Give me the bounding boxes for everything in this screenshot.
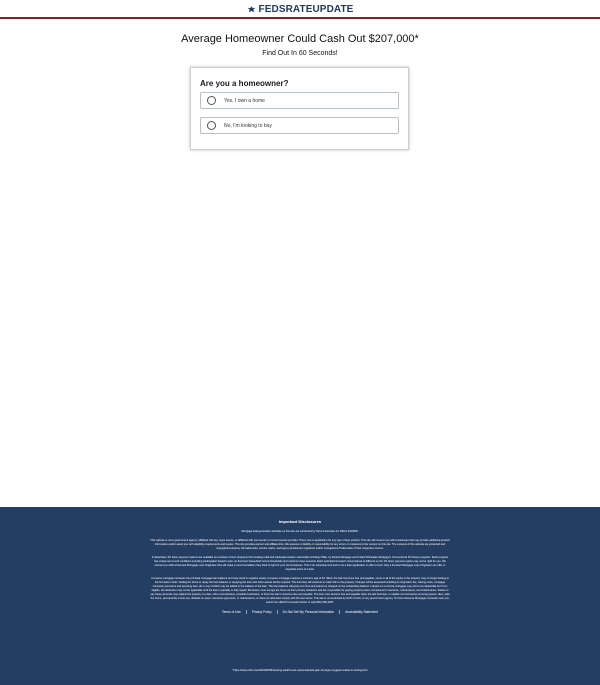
link-privacy-policy[interactable]: Privacy Policy [245,610,277,615]
eagle-icon [246,5,256,12]
option-label: No, I'm looking to buy [224,122,272,129]
option-yes-own-home[interactable]: Yes, I own a home [200,92,399,109]
link-accessibility[interactable]: Accessibility Statement [339,610,383,615]
footer: Important Disclosures Mortgage lead gene… [0,507,600,685]
question-prompt: Are you a homeowner? [200,79,289,88]
footer-disclaimer-2: If advertised, 3% down payment options a… [151,556,449,572]
hero-section: Average Homeowner Could Cash Out $207,00… [0,33,600,57]
brand-logo[interactable]: FEDSRATEUPDATE [246,3,354,15]
footer-nmls-line: Mortgage lead generation activities on t… [241,530,359,533]
option-label: Yes, I own a home [224,97,265,104]
footer-disclaimer-1: This website is not a government agency,… [150,539,450,551]
footer-source-note[interactable]: *https://www.cnbc.com/2022/06/06/housing… [0,669,600,672]
footer-links: Terms of Use Privacy Policy Do Not Sell … [150,610,450,615]
link-do-not-sell[interactable]: Do Not Sell My Personal Information [276,610,340,615]
link-terms-of-use[interactable]: Terms of Use [217,610,246,614]
brand-name: FEDSRATEUPDATE [258,3,354,15]
footer-disclaimer-3: A reverse mortgage increases the princip… [150,577,450,605]
radio-circle-icon[interactable] [207,121,216,130]
hero-title: Average Homeowner Could Cash Out $207,00… [181,33,419,45]
option-no-looking-to-buy[interactable]: No, I'm looking to buy [200,117,399,134]
footer-heading: Important Disclosures [278,519,322,524]
question-card: Are you a homeowner? Yes, I own a home N… [190,67,409,150]
top-bar: FEDSRATEUPDATE [0,0,600,19]
radio-circle-icon[interactable] [207,96,216,105]
hero-subtitle: Find Out In 60 Seconds! [262,50,338,57]
